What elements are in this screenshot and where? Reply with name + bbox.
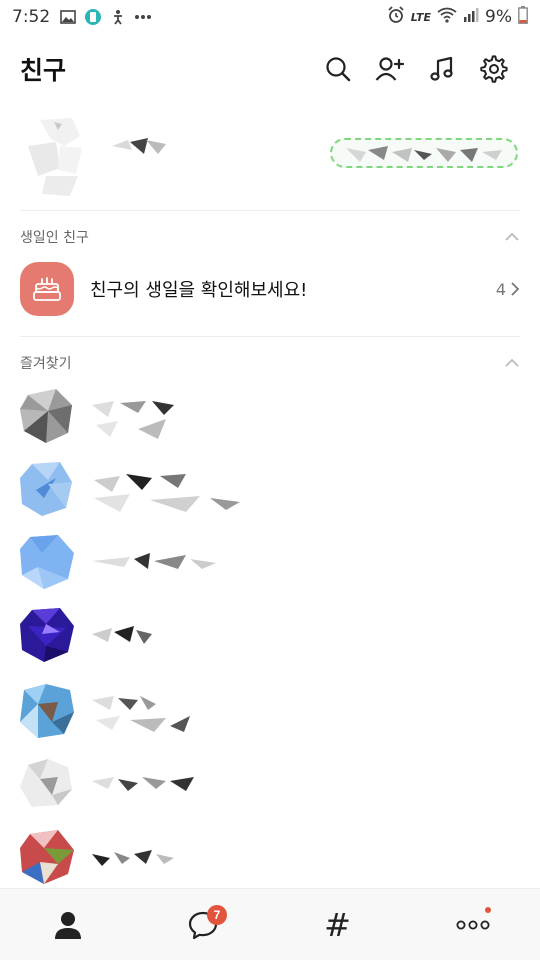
person-icon bbox=[54, 911, 81, 939]
tab-chats[interactable]: 7 bbox=[135, 889, 270, 960]
header-actions bbox=[312, 47, 520, 91]
more-notifications-icon bbox=[134, 14, 152, 20]
friend-name bbox=[92, 777, 194, 791]
list-item[interactable] bbox=[18, 606, 518, 668]
favorites-section-header[interactable]: 즐겨찾기 bbox=[20, 351, 520, 375]
birthday-count: 4 bbox=[496, 280, 520, 299]
gallery-icon bbox=[60, 10, 76, 24]
birthday-section-header[interactable]: 생일인 친구 bbox=[20, 225, 520, 249]
my-profile-row[interactable] bbox=[20, 112, 520, 200]
my-profile-name bbox=[112, 138, 166, 154]
search-icon bbox=[326, 57, 351, 82]
signal-icon bbox=[463, 7, 479, 27]
avatar[interactable] bbox=[18, 606, 76, 664]
wifi-icon bbox=[437, 7, 457, 28]
accessibility-icon bbox=[110, 9, 126, 25]
alarm-icon bbox=[387, 5, 405, 29]
chevron-up-icon[interactable] bbox=[504, 358, 520, 368]
tab-more[interactable] bbox=[405, 889, 540, 960]
friend-name bbox=[92, 401, 174, 439]
tab-openchat[interactable]: # bbox=[270, 889, 405, 960]
avatar[interactable] bbox=[18, 682, 76, 740]
birthday-cake-icon bbox=[20, 262, 74, 316]
avatar[interactable] bbox=[18, 460, 76, 518]
bottom-navigation: 7 # bbox=[0, 888, 540, 960]
status-bar: 7:52 LTE 9% bbox=[0, 0, 540, 34]
app-header: 친구 bbox=[0, 44, 540, 94]
friend-name bbox=[92, 626, 152, 644]
add-friend-icon bbox=[375, 57, 405, 81]
list-item[interactable] bbox=[18, 533, 518, 595]
list-item[interactable] bbox=[18, 828, 518, 890]
list-item[interactable] bbox=[18, 755, 518, 817]
search-button[interactable] bbox=[312, 47, 364, 91]
avatar[interactable] bbox=[18, 387, 76, 445]
chats-unread-badge: 7 bbox=[207, 904, 227, 925]
gear-icon bbox=[480, 55, 508, 83]
chevron-up-icon[interactable] bbox=[504, 232, 520, 242]
app-notification-icon bbox=[84, 8, 102, 26]
battery-percent: 9% bbox=[485, 7, 512, 27]
profile-status-message[interactable] bbox=[330, 138, 518, 168]
favorites-section-title: 즐겨찾기 bbox=[20, 356, 72, 372]
battery-icon bbox=[518, 5, 528, 29]
chevron-right-icon bbox=[511, 282, 520, 296]
avatar[interactable] bbox=[18, 533, 76, 591]
hashtag-icon: # bbox=[324, 905, 351, 944]
new-indicator-dot bbox=[485, 906, 491, 913]
friend-name bbox=[92, 850, 174, 866]
avatar[interactable] bbox=[18, 755, 76, 813]
list-item[interactable] bbox=[18, 460, 518, 522]
friend-name bbox=[92, 696, 190, 732]
settings-button[interactable] bbox=[468, 47, 520, 91]
divider bbox=[20, 210, 520, 211]
birthday-count-value: 4 bbox=[495, 279, 506, 299]
friend-name bbox=[92, 553, 216, 569]
friend-name bbox=[94, 474, 240, 512]
music-icon bbox=[430, 56, 453, 81]
list-item[interactable] bbox=[18, 387, 518, 449]
add-friend-button[interactable] bbox=[364, 47, 416, 91]
music-button[interactable] bbox=[416, 47, 468, 91]
page-title: 친구 bbox=[20, 56, 67, 85]
tab-friends[interactable] bbox=[0, 889, 135, 960]
avatar[interactable] bbox=[18, 828, 76, 886]
birthday-section-title: 생일인 친구 bbox=[20, 230, 89, 246]
list-item[interactable] bbox=[18, 682, 518, 744]
birthday-message: 친구의 생일을 확인해보세요! bbox=[90, 280, 308, 301]
more-dots-icon bbox=[456, 920, 489, 929]
status-time: 7:52 bbox=[12, 7, 51, 27]
divider bbox=[20, 336, 520, 337]
my-profile-avatar[interactable] bbox=[20, 116, 102, 198]
lte-icon: LTE bbox=[410, 10, 432, 24]
birthday-friends-row[interactable]: 친구의 생일을 확인해보세요! 4 bbox=[20, 262, 520, 316]
